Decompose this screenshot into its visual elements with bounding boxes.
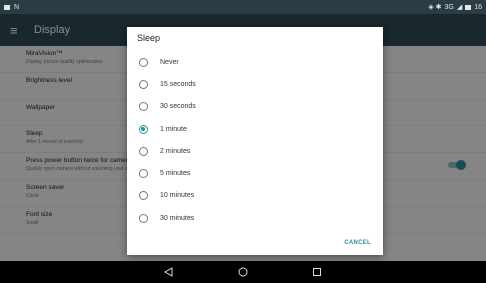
sleep-dialog: Sleep Never 15 seconds 30 seconds 1 minute 2… [127,27,383,255]
option-label: 5 minutes [160,170,191,178]
option-label: 30 minutes [160,214,195,222]
radio-button[interactable] [139,146,148,156]
option-label: 15 seconds [160,80,196,88]
home-circle-icon[interactable] [236,265,250,279]
sleep-options: Never 15 seconds 30 seconds 1 minute 2 minut… [127,51,383,229]
notification-icon [4,4,10,10]
option-label: 1 minute [160,125,187,133]
radio-button[interactable] [139,57,148,67]
network-icon: ◈ ✱ [428,4,442,11]
sleep-option[interactable]: 5 minutes [127,162,383,184]
signal-icon: ◢ [456,4,463,11]
back-triangle-icon[interactable] [162,265,176,279]
option-label: 2 minutes [160,147,191,155]
sleep-option[interactable]: 2 minutes [127,140,383,162]
sleep-option[interactable]: 10 minutes [127,185,383,207]
option-label: Never [160,58,179,66]
radio-button[interactable] [139,191,148,201]
radio-button[interactable] [139,102,148,112]
dialog-title: Sleep [137,33,161,43]
status-indicator: N [14,3,20,11]
navigation-bar [0,261,486,283]
radio-button[interactable] [139,169,148,179]
sleep-option[interactable]: 30 minutes [127,207,383,229]
battery-level: 16 [474,3,482,11]
option-label: 10 minutes [160,192,195,200]
sleep-option[interactable]: 30 seconds [127,96,383,118]
sleep-option[interactable]: 15 seconds [127,73,383,95]
sleep-option[interactable]: Never [127,51,383,73]
signal-label: 3G [444,3,454,11]
battery-icon [465,4,472,10]
recents-square-icon[interactable] [310,265,324,279]
option-label: 30 seconds [160,103,196,111]
radio-button[interactable] [139,79,148,89]
sleep-option[interactable]: 1 minute [127,118,383,140]
radio-button[interactable] [139,213,148,223]
radio-button[interactable] [139,124,148,134]
status-bar: N ◈ ✱ 3G ◢ 16 [0,0,486,14]
cancel-button[interactable]: CANCEL [344,240,371,246]
